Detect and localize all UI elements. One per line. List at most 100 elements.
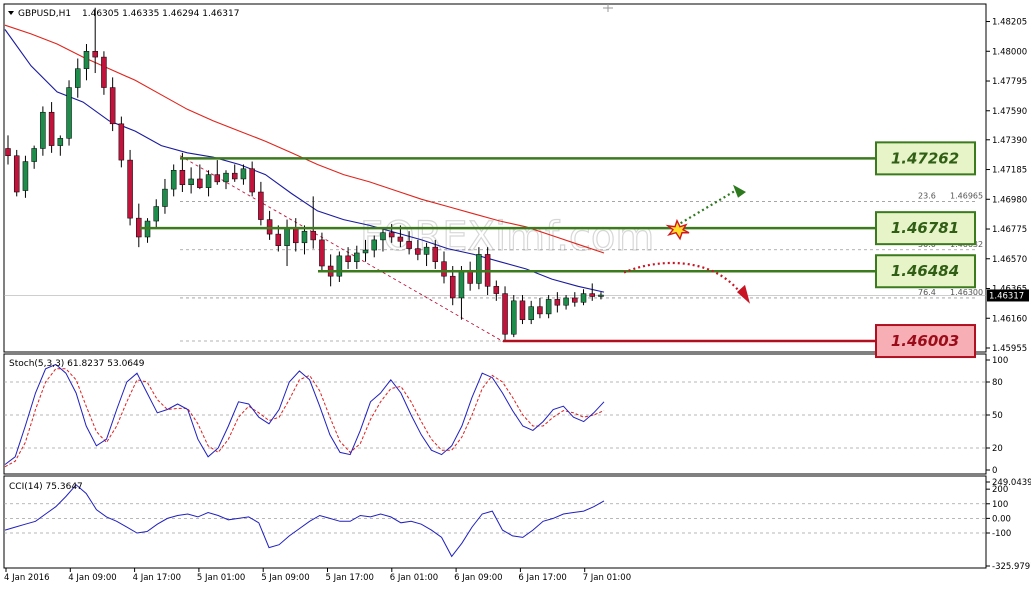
time-tick-label: 6 Jan 09:00 bbox=[454, 573, 502, 583]
price-tick-label: 1.47185 bbox=[992, 166, 1027, 176]
stoch-tick-label: 50 bbox=[992, 411, 1003, 421]
candle-body bbox=[572, 297, 578, 303]
cci-tick-label: 100 bbox=[992, 500, 1008, 510]
candle-body bbox=[310, 230, 316, 241]
candle-body bbox=[423, 246, 430, 255]
time-tick-label: 7 Jan 01:00 bbox=[583, 573, 631, 583]
price-tick-label: 1.46980 bbox=[992, 195, 1027, 205]
symbol-label: GBPUSD,H1 bbox=[18, 9, 71, 19]
candle-body bbox=[13, 155, 20, 193]
price-tick-label: 1.47590 bbox=[992, 107, 1027, 117]
candle-body bbox=[57, 138, 64, 146]
price-tick-label: 1.48205 bbox=[992, 18, 1027, 28]
chart-window[interactable]: FOREXimf.com 23.61.4696550.01.4663276.41… bbox=[0, 0, 1031, 589]
cci-tick-label: 0.00 bbox=[992, 514, 1011, 524]
price-tick-label: 1.47390 bbox=[992, 136, 1027, 146]
candle-body bbox=[319, 239, 325, 267]
candle-body bbox=[284, 228, 290, 246]
candle-body bbox=[275, 233, 282, 246]
candle-body bbox=[589, 293, 595, 297]
ohlc-values: 1.46305 1.46335 1.46294 1.46317 bbox=[82, 9, 239, 19]
time-tick-label: 5 Jan 09:00 bbox=[261, 573, 309, 583]
candle-body bbox=[83, 51, 90, 69]
time-tick-label: 5 Jan 17:00 bbox=[326, 573, 374, 583]
time-tick-label: 4 Jan 2016 bbox=[4, 573, 50, 583]
candle-body bbox=[598, 294, 604, 297]
candle-body bbox=[40, 111, 46, 149]
candle-body bbox=[101, 56, 107, 88]
candle-body bbox=[467, 271, 473, 284]
candle-body bbox=[162, 188, 168, 207]
time-tick-label: 4 Jan 17:00 bbox=[133, 573, 181, 583]
candle-body bbox=[48, 111, 55, 146]
chart-header: GBPUSD,H1 1.46305 1.46335 1.46294 1.4631… bbox=[8, 9, 239, 19]
candle-body bbox=[380, 232, 386, 241]
candle bbox=[13, 149, 20, 197]
candle-body bbox=[354, 252, 360, 262]
candle-body bbox=[179, 170, 186, 186]
price-tick-label: 1.46775 bbox=[992, 225, 1027, 235]
candle-body bbox=[476, 254, 482, 284]
candle bbox=[502, 286, 508, 342]
level-label: 1.46781 bbox=[891, 219, 959, 237]
candle-body bbox=[5, 148, 11, 156]
stoch-tick-label: 80 bbox=[992, 378, 1003, 388]
candle-body bbox=[554, 299, 561, 306]
stoch-tick-label: 100 bbox=[992, 356, 1008, 366]
candle-body bbox=[109, 87, 116, 125]
level-label: 1.46003 bbox=[891, 332, 959, 350]
candle-body bbox=[258, 191, 264, 220]
candle-body bbox=[197, 178, 203, 188]
candle-body bbox=[249, 168, 255, 193]
candle-body bbox=[580, 293, 587, 303]
candle-body bbox=[511, 300, 517, 335]
candle-body bbox=[118, 123, 125, 161]
cci-panel[interactable] bbox=[3, 475, 987, 569]
time-tick-label: 4 Jan 09:00 bbox=[68, 573, 116, 583]
stoch-title: Stoch(5,3,3) 61.8237 53.0649 bbox=[9, 359, 145, 369]
candle-body bbox=[388, 232, 395, 238]
candle-body bbox=[537, 306, 543, 315]
cci-tick-label: 200 bbox=[992, 485, 1008, 495]
candle-body bbox=[301, 230, 308, 244]
candle-body bbox=[441, 261, 447, 277]
candle-body bbox=[406, 241, 412, 249]
candle-body bbox=[293, 228, 299, 244]
candle-body bbox=[493, 286, 500, 294]
candle-body bbox=[362, 249, 369, 254]
watermark: FOREXimf.com bbox=[360, 214, 654, 260]
candle-body bbox=[502, 293, 508, 335]
candle bbox=[511, 295, 517, 338]
candle bbox=[66, 80, 72, 146]
candle-body bbox=[345, 255, 351, 262]
candle-body bbox=[545, 299, 552, 315]
fib-ratio-label: 23.6 bbox=[918, 191, 936, 200]
candle-body bbox=[528, 306, 534, 320]
stoch-tick-label: 0 bbox=[992, 466, 997, 476]
price-tick-label: 1.47795 bbox=[992, 77, 1027, 87]
candle-body bbox=[397, 236, 404, 242]
cci-tick-label: -325.9797 bbox=[992, 562, 1031, 572]
price-panel[interactable] bbox=[3, 3, 987, 353]
time-tick-label: 5 Jan 01:00 bbox=[197, 573, 245, 583]
candle-body bbox=[458, 271, 465, 299]
candle bbox=[127, 149, 133, 226]
time-tick-label: 6 Jan 01:00 bbox=[390, 573, 438, 583]
price-tick-label: 1.46160 bbox=[992, 314, 1027, 324]
candle-body bbox=[432, 246, 439, 262]
candle-body bbox=[231, 172, 238, 180]
cci-tick-label: -100 bbox=[992, 529, 1011, 539]
candle-body bbox=[75, 68, 81, 88]
candle-body bbox=[31, 148, 37, 162]
candle-body bbox=[153, 206, 159, 222]
candle-body bbox=[205, 174, 212, 188]
cci-title: CCI(14) 75.3647 bbox=[9, 482, 83, 492]
candle-body bbox=[188, 178, 194, 186]
candle-body bbox=[266, 219, 273, 235]
level-label: 1.47262 bbox=[891, 149, 959, 167]
stoch-panel[interactable] bbox=[3, 353, 987, 475]
price-tick-label: 1.48000 bbox=[992, 47, 1027, 57]
current-price-label: 1.46317 bbox=[989, 291, 1024, 301]
candle-body bbox=[415, 248, 421, 255]
candle-body bbox=[92, 51, 98, 58]
